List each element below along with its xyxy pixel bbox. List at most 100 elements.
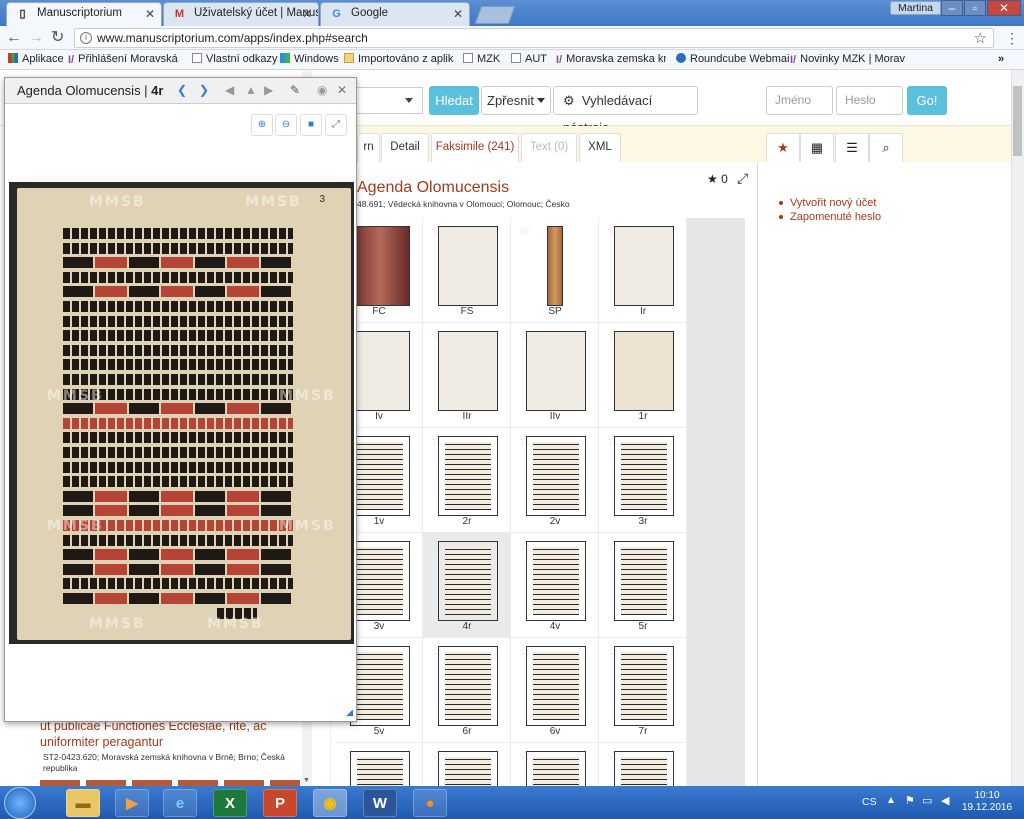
first-page-icon[interactable]: ◀ xyxy=(225,83,234,97)
browser-user-name[interactable]: Martina xyxy=(890,1,942,15)
close-tab-icon[interactable]: ✕ xyxy=(302,7,312,21)
thumbnail-cell[interactable]: ☆ xyxy=(599,743,687,786)
page-thumbnail[interactable] xyxy=(547,226,563,306)
thumbnail-cell[interactable]: ☆ Ir xyxy=(599,218,687,323)
page-thumbnail[interactable] xyxy=(438,226,498,306)
thumbnail-cell[interactable]: ☆ 6r xyxy=(423,638,511,743)
powerpoint-icon[interactable]: P xyxy=(263,789,297,817)
thumbnail-cell[interactable]: ☆ 6v xyxy=(511,638,599,743)
bookmark-item[interactable]: MZK xyxy=(463,53,500,65)
thumbnail-cell[interactable]: ☆ 7r xyxy=(599,638,687,743)
thumbnail-cell[interactable]: ☆ 4v xyxy=(511,533,599,638)
page-scrollbar[interactable] xyxy=(1011,70,1024,786)
page-thumbnail[interactable] xyxy=(350,541,410,621)
network-icon[interactable]: ▭ xyxy=(922,794,932,807)
page-thumbnail[interactable] xyxy=(438,541,498,621)
chrome-icon[interactable]: ◉ xyxy=(313,789,347,817)
manuscript-page-image[interactable]: 3 MMSB MMSB MMSB MMSB MMSB MMSB MMSB MMS… xyxy=(9,182,354,644)
browser-tab-manuscriptorium[interactable]: ▯ Manuscriptorium ✕ xyxy=(6,2,162,26)
action-center-flag-icon[interactable]: ⚑ xyxy=(905,794,915,807)
pin-icon[interactable]: ✎ xyxy=(290,83,300,97)
bookmark-item[interactable]: Vlastní odkazy xyxy=(192,53,278,65)
thumbnail-cell[interactable]: ☆ xyxy=(335,743,423,786)
search-scope-select[interactable] xyxy=(357,87,423,114)
page-thumbnail[interactable] xyxy=(438,436,498,516)
page-thumbnail[interactable] xyxy=(350,436,410,516)
login-button[interactable]: Go! xyxy=(907,86,947,115)
thumbnail-cell[interactable]: ☆ xyxy=(423,743,511,786)
resize-handle-icon[interactable]: ◢ xyxy=(346,707,353,718)
bookmark-star-icon[interactable]: ☆ xyxy=(974,29,987,47)
thumbnail-cell[interactable]: ☆ 4r xyxy=(423,533,511,638)
page-scrollbar-thumb[interactable] xyxy=(1013,86,1022,156)
previous-page-icon[interactable]: ❮ xyxy=(177,83,187,97)
search-tools-button[interactable]: ⚙ Vyhledávací nástroje xyxy=(553,86,698,135)
volume-icon[interactable]: ◀ xyxy=(941,794,949,807)
list-icon[interactable]: ☰ xyxy=(835,133,869,162)
page-thumbnail[interactable] xyxy=(614,646,674,726)
page-thumbnail[interactable] xyxy=(350,751,410,786)
input-language[interactable]: CS xyxy=(862,796,877,808)
browser-menu-icon[interactable]: ⋮ xyxy=(1005,28,1019,48)
search-button[interactable]: Hledat xyxy=(429,86,479,115)
bookmark-item[interactable]: I/Novinky MZK | Morav xyxy=(790,53,908,65)
refine-dropdown-button[interactable]: Zpřesnit xyxy=(481,86,551,115)
system-clock[interactable]: 10:10 19.12.2016 xyxy=(962,790,1012,814)
media-player-icon[interactable]: ▶ xyxy=(115,789,149,817)
grid-icon[interactable]: ▦ xyxy=(800,133,834,162)
rating[interactable]: ★ 0 xyxy=(707,172,728,186)
close-tab-icon[interactable]: ✕ xyxy=(145,7,155,21)
tab-facsimile[interactable]: Faksimile (241) xyxy=(431,133,519,162)
page-thumbnail[interactable] xyxy=(350,226,410,306)
page-thumbnail[interactable] xyxy=(526,331,586,411)
thumbnail-cell[interactable]: ☆ xyxy=(511,743,599,786)
page-thumbnail[interactable] xyxy=(614,226,674,306)
page-thumbnail[interactable] xyxy=(526,541,586,621)
zoom-in-icon[interactable]: ⊕ xyxy=(251,114,273,136)
minimize-window-icon[interactable]: – xyxy=(941,0,963,16)
page-thumbnail[interactable] xyxy=(350,331,410,411)
minimize-viewer-icon[interactable]: ◉ xyxy=(317,83,327,97)
thumbnail-cell[interactable]: ☆ 5r xyxy=(599,533,687,638)
restore-window-icon[interactable]: ▫ xyxy=(964,0,986,16)
close-window-icon[interactable]: ✕ xyxy=(987,0,1021,16)
result-title-link[interactable]: ut publicae Functiones Ecclesiae, rite, … xyxy=(40,718,300,750)
bookmark-item[interactable]: Windows xyxy=(280,53,339,65)
last-page-icon[interactable]: ▶ xyxy=(264,83,273,97)
tab-xml[interactable]: XML xyxy=(579,133,621,162)
star-icon[interactable]: ★ xyxy=(766,133,800,162)
thumbnail-cell[interactable]: ☆ 1r xyxy=(599,323,687,428)
url-input[interactable]: i www.manuscriptorium.com/apps/index.php… xyxy=(74,28,994,48)
page-thumbnail[interactable] xyxy=(526,751,586,786)
thumbnail-cell[interactable]: ☆ 2r xyxy=(423,428,511,533)
browser-tab-account[interactable]: M Uživatelský účet | Manus ✕ xyxy=(163,2,319,26)
forward-icon[interactable]: → xyxy=(28,28,44,48)
search-icon[interactable]: ⌕ xyxy=(869,133,903,162)
tab-pattern[interactable]: rn xyxy=(357,133,380,162)
thumbnail-cell[interactable]: ☆ FS xyxy=(423,218,511,323)
tab-detail[interactable]: Detail xyxy=(381,133,429,162)
thumbnail-cell[interactable]: ☆ SP xyxy=(511,218,599,323)
expand-icon[interactable]: ⤢ xyxy=(737,170,748,187)
viewer-header[interactable]: Agenda Olomucensis | 4r ❮ ❯ ◀ ▲ ▶ ✎ ◉ ✕ xyxy=(5,78,356,104)
fit-page-icon[interactable]: ■ xyxy=(300,114,322,136)
image-viewer-window[interactable]: Agenda Olomucensis | 4r ❮ ❯ ◀ ▲ ▶ ✎ ◉ ✕ … xyxy=(4,77,357,722)
excel-icon[interactable]: X xyxy=(213,789,247,817)
page-thumbnail[interactable] xyxy=(614,436,674,516)
zoom-out-icon[interactable]: ⊖ xyxy=(275,114,297,136)
bookmark-item[interactable]: I/Přihlášení Moravská xyxy=(68,53,182,65)
thumbnail-cell[interactable]: ☆ IIr xyxy=(423,323,511,428)
page-thumbnail[interactable] xyxy=(438,331,498,411)
close-tab-icon[interactable]: ✕ xyxy=(453,7,463,21)
bookmark-item[interactable]: AUT xyxy=(511,53,547,65)
fullscreen-icon[interactable]: ⤢ xyxy=(325,114,347,136)
page-thumbnail[interactable] xyxy=(438,646,498,726)
reload-icon[interactable]: ↻ xyxy=(51,28,64,48)
password-input[interactable]: Heslo xyxy=(836,86,903,115)
bookmark-item[interactable]: Aplikace xyxy=(8,53,64,65)
bookmark-item[interactable]: I/Moravska zemska kni xyxy=(556,53,666,65)
new-tab-button[interactable] xyxy=(474,6,516,24)
start-button[interactable] xyxy=(4,787,36,819)
forgot-password-link[interactable]: Zapomenuté heslo xyxy=(779,210,881,224)
page-thumbnail[interactable] xyxy=(350,646,410,726)
